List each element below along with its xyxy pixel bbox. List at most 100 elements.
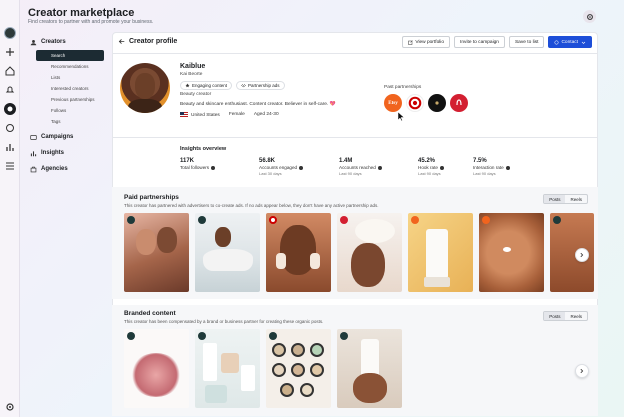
branded-post-tile[interactable] [195,329,260,408]
brand-badge-icon [198,216,206,224]
branded-content-subtitle: This creator has been compensated by a b… [124,319,324,324]
paid-content-toggle: Posts Reels [543,194,588,204]
creator-marketplace-icon[interactable] [3,103,16,115]
info-icon[interactable] [377,165,382,170]
info-icon[interactable] [299,165,304,170]
stat-total-followers: 117K Total followers [180,158,259,176]
chevron-right-icon [580,368,584,374]
branded-content-carousel [124,329,402,408]
gender: Female [228,112,245,118]
profile-actions: View portfolio Invite to campaign Save t… [402,36,592,48]
nav-section-creators[interactable]: Creators [30,36,108,48]
contact-button[interactable]: Contact [548,36,592,48]
past-partnerships-label: Past partnerships [384,85,422,90]
brand-badge-icon [340,332,348,340]
toggle-reels[interactable]: Reels [565,195,587,203]
branded-content-toggle: Posts Reels [543,311,588,321]
past-partnership-brands: Etsy [384,94,468,112]
age-range: Aged 24-30 [253,112,279,118]
info-icon[interactable] [211,165,216,170]
paid-post-tile[interactable] [266,213,331,292]
page-subtitle: Find creators to partner with and promot… [28,19,154,25]
notification-icon[interactable] [4,84,16,96]
icon-rail [0,0,20,417]
account-avatar[interactable] [3,27,16,39]
creator-chips: Engaging content Partnership ads [180,81,285,90]
paid-partnerships-title: Paid partnerships [124,194,179,201]
mouse-cursor-icon [398,112,405,121]
handshake-icon [241,84,246,88]
brand-etsy-logo[interactable]: Etsy [384,94,402,112]
branded-post-tile[interactable] [266,329,331,408]
brand-badge-icon [127,216,135,224]
branded-post-tile[interactable] [124,329,189,408]
nav-item-follows[interactable]: Follows [30,105,108,116]
divider [112,53,598,54]
brand-lululemon-logo[interactable] [450,94,468,112]
menu-icon[interactable] [4,160,16,172]
paid-post-tile[interactable] [337,213,402,292]
creator-category: Beauty creator [180,92,212,97]
branded-post-tile[interactable] [337,329,402,408]
divider [112,137,598,138]
target-badge-icon [269,216,277,224]
creator-handle: Kai Beorte [180,72,203,77]
brand-badge-icon [198,332,206,340]
campaigns-icon [30,134,37,140]
nav-item-search[interactable]: Search [36,50,104,61]
ads-icon[interactable] [4,122,16,134]
arrow-left-icon [118,39,125,44]
paid-post-tile[interactable] [479,213,544,292]
chip-engaging-content: Engaging content [180,81,233,90]
info-icon[interactable] [505,165,510,170]
page-title: Creator marketplace [28,7,135,19]
nav-section-agencies[interactable]: Agencies [30,163,108,175]
brand-dark-logo[interactable] [428,94,446,112]
paid-post-tile[interactable] [124,213,189,292]
toggle-reels[interactable]: Reels [565,312,587,320]
chart-icon[interactable] [4,141,16,153]
save-to-list-button[interactable]: Save to list [508,36,545,48]
toggle-posts[interactable]: Posts [544,195,566,203]
branded-carousel-next-button[interactable] [575,364,589,378]
home-icon[interactable] [4,65,16,77]
creators-icon [30,39,37,45]
info-icon[interactable] [439,165,444,170]
nav-item-recommendations[interactable]: Recommendations [30,61,108,72]
stat-interaction-rate: 7.5% Interaction rate Last 90 days [473,158,552,176]
toggle-posts[interactable]: Posts [544,312,566,320]
nav-item-tags[interactable]: Tags [30,116,108,127]
paid-post-tile[interactable] [195,213,260,292]
invite-to-campaign-button[interactable]: Invite to campaign [454,36,505,48]
etsy-badge-icon [411,216,419,224]
view-portfolio-button[interactable]: View portfolio [402,36,451,48]
insights-stats: 117K Total followers 56.8K Accounts enga… [180,158,552,176]
paid-carousel-next-button[interactable] [575,248,589,262]
settings-icon[interactable] [4,401,16,413]
brand-badge-icon [553,216,561,224]
chevron-down-icon [581,41,586,44]
nav-item-lists[interactable]: Lists [30,72,108,83]
paid-partnerships-subtitle: This creator has partnered with advertis… [124,203,379,208]
chevron-right-icon [580,252,584,258]
back-button[interactable]: Creator profile [118,38,177,45]
creator-demographics: United States Female Aged 24-30 [180,112,279,118]
message-icon [554,40,559,44]
paid-partnerships-carousel [124,213,594,292]
stat-accounts-engaged: 56.8K Accounts engaged Last 30 days [259,158,339,176]
nav-item-previous-partnerships[interactable]: Previous partnerships [30,94,108,105]
nav-section-insights[interactable]: Insights [30,147,108,159]
paid-post-tile[interactable] [408,213,473,292]
country: United States [180,112,220,118]
creator-name: Kaiblue [180,63,206,70]
sidebar-nav: Creators Search Recommendations Lists In… [30,36,108,177]
brand-badge-icon [269,332,277,340]
nav-section-campaigns[interactable]: Campaigns [30,131,108,143]
lululemon-badge-icon [340,216,348,224]
brand-target-logo[interactable] [406,94,424,112]
nav-item-interested-creators[interactable]: Interested creators [30,83,108,94]
gear-icon[interactable] [583,10,596,23]
creator-avatar [120,63,170,113]
plus-icon[interactable] [4,46,16,58]
brand-badge-icon [127,332,135,340]
